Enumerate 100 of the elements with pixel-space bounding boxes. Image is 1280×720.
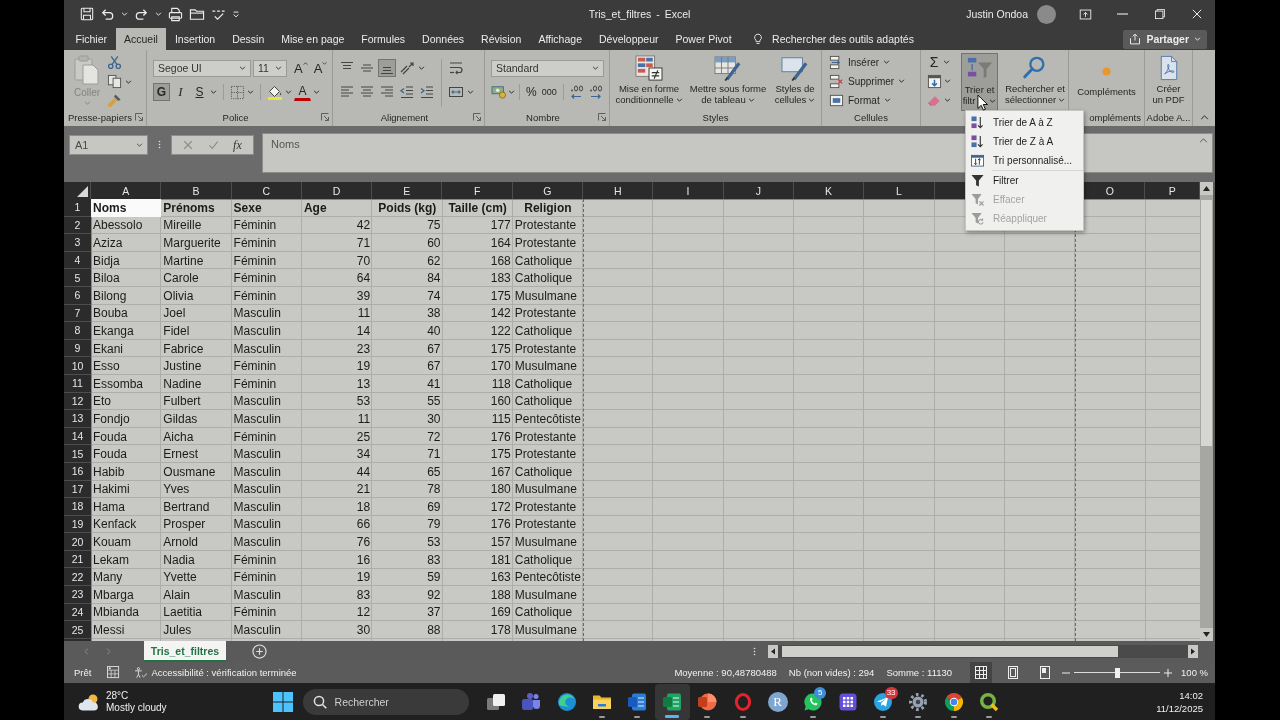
name-box[interactable]: A1 bbox=[69, 135, 148, 155]
ribbon-tab[interactable]: Power Pivot bbox=[667, 28, 741, 50]
caret-icon[interactable] bbox=[125, 79, 132, 84]
dialog-launcher-icon[interactable] bbox=[473, 113, 481, 121]
delete-button[interactable]: Supprimer bbox=[829, 73, 920, 89]
caret-icon[interactable] bbox=[210, 90, 217, 94]
sheet-tab[interactable]: Tris_et_filtres bbox=[144, 641, 226, 662]
ribbon-tab[interactable]: Dessin bbox=[223, 28, 273, 50]
plus-icon[interactable] bbox=[1164, 668, 1173, 677]
collapse-ribbon-icon[interactable] bbox=[1199, 115, 1209, 120]
thousands-button[interactable]: 000 bbox=[539, 83, 559, 101]
restore-icon[interactable] bbox=[1154, 9, 1165, 19]
tell-me-button[interactable]: Rechercher des outils adaptés bbox=[752, 28, 914, 50]
scissors-icon[interactable] bbox=[107, 55, 122, 70]
caret-icon[interactable] bbox=[136, 143, 143, 147]
save-icon[interactable] bbox=[80, 7, 94, 21]
ribbon-display-icon[interactable] bbox=[1079, 7, 1092, 21]
ribbon-tab[interactable]: Mise en page bbox=[272, 28, 353, 50]
add-ins-button[interactable]: Compléments bbox=[1076, 53, 1137, 111]
caret-icon[interactable] bbox=[313, 90, 320, 94]
dialog-launcher-icon[interactable] bbox=[135, 113, 143, 121]
arrow-left-icon[interactable] bbox=[768, 645, 778, 658]
user-avatar[interactable] bbox=[1037, 4, 1056, 24]
ribbon-tab[interactable]: Données bbox=[413, 28, 473, 50]
ring-tail-icon[interactable] bbox=[978, 691, 999, 712]
scrollbar-thumb[interactable] bbox=[1201, 200, 1212, 446]
arrow-up-icon[interactable] bbox=[1200, 182, 1213, 195]
conditional-format-button[interactable]: Mise en forme conditionnelle bbox=[612, 53, 686, 111]
menu-item[interactable]: Trier de Z à A bbox=[966, 132, 1083, 151]
document-tile-icon[interactable] bbox=[626, 691, 647, 712]
scrollbar-thumb[interactable] bbox=[782, 646, 1118, 657]
ribbon-tab[interactable]: Affichage bbox=[529, 28, 591, 50]
ring-icon[interactable] bbox=[733, 691, 752, 712]
dot-grid-icon[interactable] bbox=[838, 691, 859, 712]
chat-bubble-icon[interactable] bbox=[802, 691, 823, 712]
font-size-dropdown[interactable]: 11 bbox=[253, 59, 287, 77]
caret-icon[interactable] bbox=[467, 90, 474, 94]
fill-down-icon[interactable] bbox=[927, 73, 942, 89]
search-field[interactable]: Rechercher bbox=[302, 688, 469, 715]
folder-icon[interactable] bbox=[189, 6, 205, 22]
ribbon-tab[interactable]: Révision bbox=[472, 28, 530, 50]
paper-plane-icon[interactable] bbox=[873, 691, 894, 712]
dialog-launcher-icon[interactable] bbox=[598, 113, 606, 121]
swirl-circle-icon[interactable] bbox=[556, 691, 577, 712]
italic-button[interactable]: I bbox=[172, 83, 189, 101]
copy-icon[interactable] bbox=[107, 74, 122, 89]
customize-toolbar-icon[interactable] bbox=[232, 9, 240, 19]
table-icon[interactable] bbox=[107, 666, 121, 679]
caret-icon[interactable] bbox=[944, 98, 951, 102]
number-format-dropdown[interactable]: Standard bbox=[491, 59, 604, 77]
autosum-button[interactable]: Σ bbox=[927, 54, 941, 70]
format-as-table-button[interactable]: Mettre sous forme de tableau bbox=[686, 53, 770, 111]
slider-thumb[interactable] bbox=[1114, 667, 1120, 678]
ribbon-tab[interactable]: Accueil bbox=[115, 28, 167, 50]
menu-item[interactable]: Tri personnalisé... bbox=[966, 151, 1083, 170]
bold-button[interactable]: G bbox=[153, 83, 170, 101]
clock-date[interactable]: 11/12/2025 bbox=[1156, 701, 1203, 715]
printer-icon[interactable] bbox=[168, 6, 183, 22]
insert-function-button[interactable]: fx bbox=[233, 137, 242, 153]
gear-icon[interactable] bbox=[908, 691, 929, 712]
insert-button[interactable]: Insérer bbox=[829, 54, 920, 70]
ribbon-tab[interactable]: Formules bbox=[352, 28, 414, 50]
clock-time[interactable]: 14:02 bbox=[1179, 688, 1203, 702]
decrease-indent-icon[interactable] bbox=[398, 83, 416, 101]
format-button[interactable]: Format bbox=[829, 92, 920, 108]
font-color-button[interactable]: A bbox=[294, 83, 311, 101]
wrap-text-icon[interactable] bbox=[447, 59, 465, 77]
percent-button[interactable]: % bbox=[524, 83, 539, 101]
cell-styles-button[interactable]: Styles de cellules bbox=[770, 53, 820, 111]
paintbrush-icon[interactable] bbox=[107, 93, 122, 108]
caret-icon[interactable] bbox=[944, 79, 951, 83]
close-icon[interactable] bbox=[1191, 9, 1202, 19]
caret-icon[interactable] bbox=[508, 90, 515, 94]
text-orientation-icon[interactable] bbox=[398, 59, 416, 77]
menu-item[interactable]: Trier de A à Z bbox=[966, 113, 1083, 132]
ribbon-tab[interactable]: Développeur bbox=[590, 28, 668, 50]
paint-bucket-icon[interactable] bbox=[267, 84, 283, 100]
underline-button[interactable]: S bbox=[191, 83, 208, 101]
four-squares-icon[interactable] bbox=[272, 691, 293, 712]
arrow-down-icon[interactable] bbox=[1200, 628, 1213, 641]
banknote-coin-icon[interactable] bbox=[491, 85, 507, 99]
caret-icon[interactable] bbox=[247, 90, 254, 94]
overlapping-squares-icon[interactable] bbox=[486, 691, 507, 712]
shrink-font-button[interactable]: A bbox=[311, 59, 330, 77]
borders-icon[interactable] bbox=[230, 84, 245, 100]
align-bottom-icon[interactable] bbox=[378, 59, 396, 77]
expand-icon[interactable] bbox=[1199, 138, 1208, 143]
find-select-button[interactable]: Rechercher et sélectionner bbox=[1002, 53, 1068, 111]
grow-font-button[interactable]: A bbox=[292, 59, 310, 77]
caret-icon[interactable] bbox=[285, 90, 292, 94]
grid-view-icon[interactable] bbox=[970, 662, 993, 683]
arrow-right-icon[interactable] bbox=[1188, 645, 1198, 658]
tricolor-circle-icon[interactable] bbox=[943, 691, 964, 712]
plus-circle-icon[interactable] bbox=[252, 644, 267, 659]
accessibility-status-button[interactable]: Accessibilité : vérification terminée bbox=[134, 666, 297, 679]
caret-icon[interactable] bbox=[418, 66, 425, 70]
check-icon[interactable] bbox=[207, 140, 219, 150]
caret-icon[interactable] bbox=[943, 60, 950, 64]
people-icon[interactable] bbox=[521, 691, 542, 712]
font-name-dropdown[interactable]: Segoe UI bbox=[153, 59, 251, 77]
